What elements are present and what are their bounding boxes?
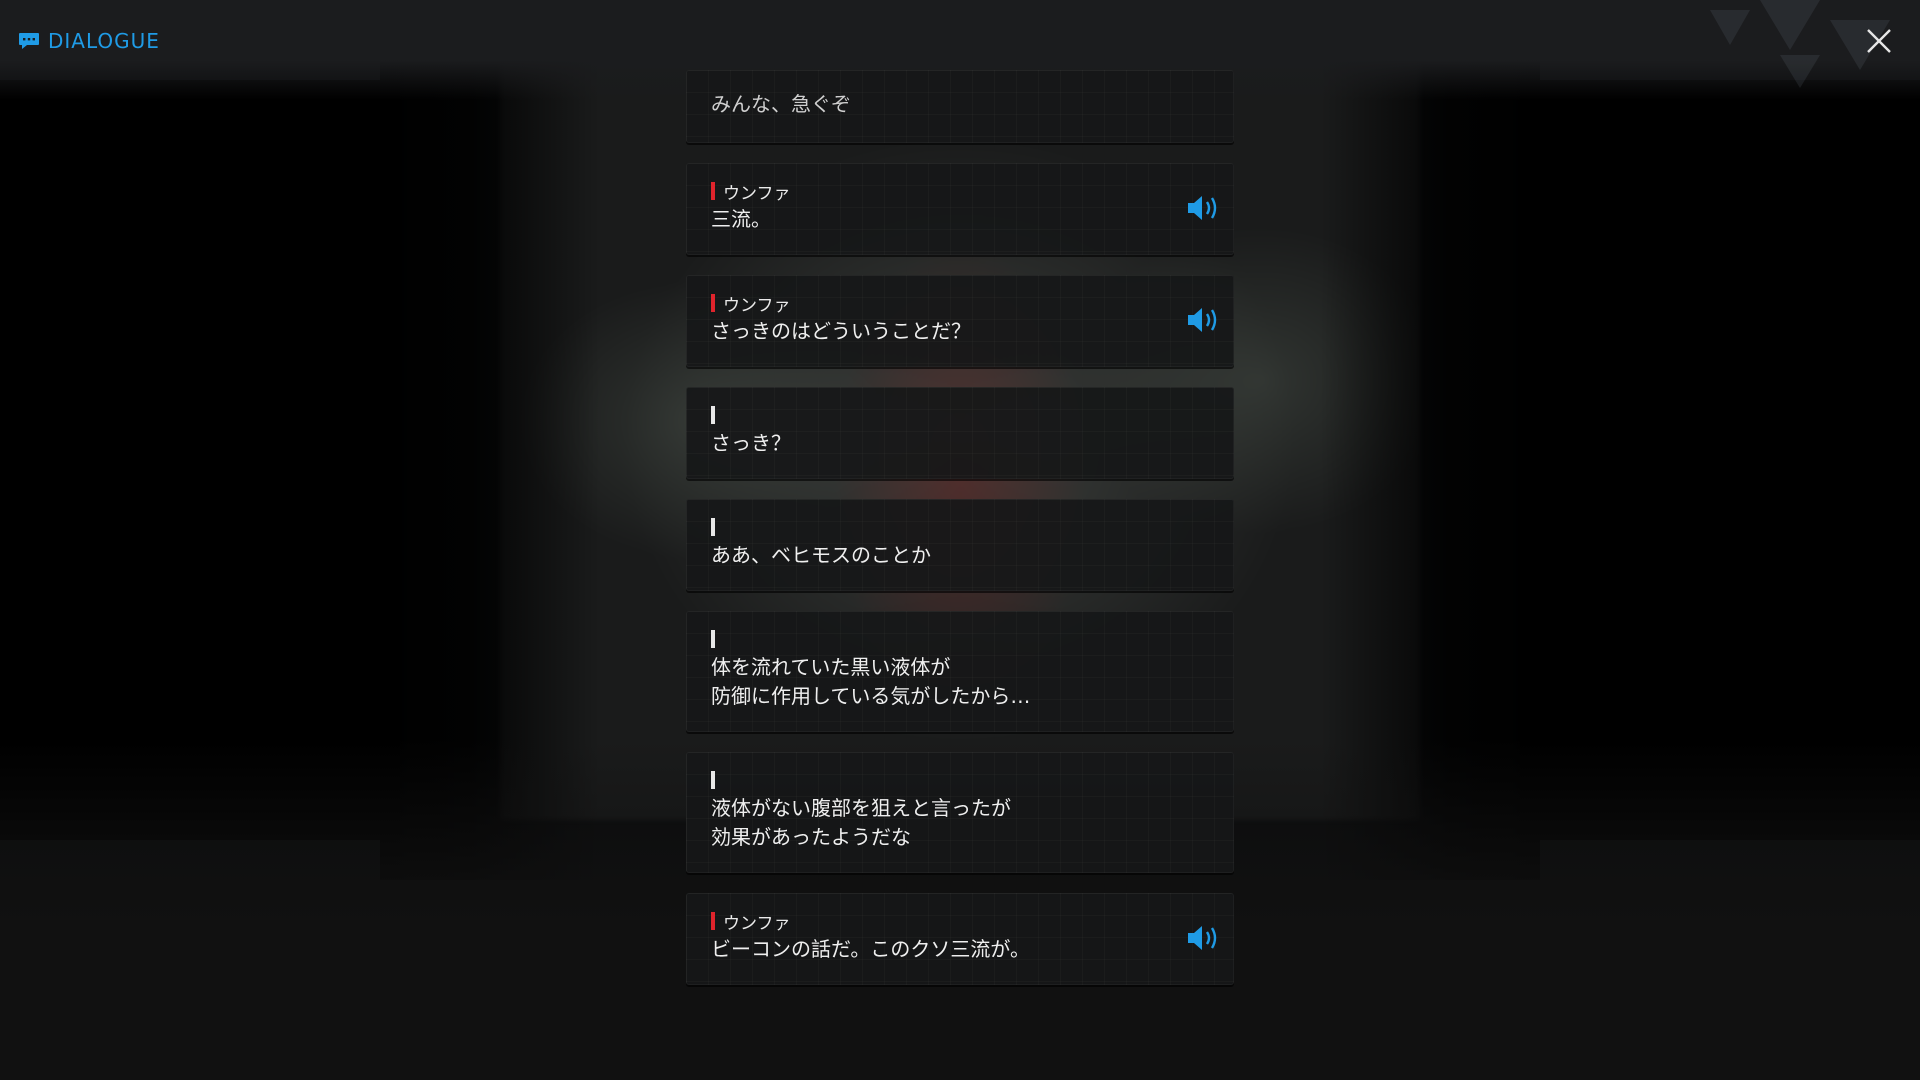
speaker-label xyxy=(711,629,715,649)
speaker-label: ウンファ xyxy=(711,293,791,316)
right-vignette xyxy=(1520,80,1920,840)
screen-title: DIALOGUE xyxy=(18,26,160,56)
speaker-marker xyxy=(711,771,715,789)
dialogue-screen: DIALOGUE みんな、急ぐぞ ウンファ 三流。 ウンファ さっきのはどういう… xyxy=(0,0,1920,1080)
speaker-label xyxy=(711,405,715,425)
dialogue-line: さっきのはどういうことだ？ xyxy=(711,319,971,343)
dialogue-entry: ウンファ さっきのはどういうことだ？ xyxy=(686,275,1234,367)
speaker-marker xyxy=(711,182,715,200)
speaker-name: ウンファ xyxy=(723,295,791,316)
dialogue-line: みんな、急ぐぞ xyxy=(711,92,851,116)
speaker-name: ウンファ xyxy=(723,913,791,934)
dialogue-line: 液体がない腹部を狙えと言ったが xyxy=(711,796,1011,820)
dialogue-entry: 液体がない腹部を狙えと言ったが 効果があったようだな xyxy=(686,752,1234,873)
speaker-label xyxy=(711,770,715,790)
dialogue-entry: ウンファ 三流。 xyxy=(686,163,1234,255)
close-button[interactable] xyxy=(1862,24,1896,58)
dialogue-entry: ああ、ベヒモスのことか xyxy=(686,499,1234,591)
dialogue-entry: みんな、急ぐぞ xyxy=(686,70,1234,143)
speaker-volume-icon xyxy=(1188,196,1217,220)
speaker-marker xyxy=(711,294,715,312)
dialogue-line: 効果があったようだな xyxy=(711,825,911,849)
speaker-label: ウンファ xyxy=(711,911,791,934)
play-voice-button[interactable] xyxy=(1186,193,1222,223)
dialogue-line: ビーコンの話だ。このクソ三流が。 xyxy=(711,937,1030,961)
close-icon xyxy=(1867,29,1891,53)
speaker-volume-icon xyxy=(1188,926,1217,950)
title-label: DIALOGUE xyxy=(48,29,160,53)
speaker-marker xyxy=(711,518,715,536)
left-vignette xyxy=(0,80,400,840)
speaker-marker xyxy=(711,406,715,424)
dialogue-entry: さっき？ xyxy=(686,387,1234,479)
speaker-label xyxy=(711,517,715,537)
speaker-marker xyxy=(711,912,715,930)
dialogue-line: 防御に作用している気がしたから… xyxy=(711,684,1031,708)
dialogue-line: ああ、ベヒモスのことか xyxy=(711,543,931,567)
dialogue-entry: ウンファ ビーコンの話だ。このクソ三流が。 xyxy=(686,893,1234,985)
play-voice-button[interactable] xyxy=(1186,923,1222,953)
dialogue-line: 体を流れていた黒い液体が xyxy=(711,655,951,679)
dialogue-line: 三流。 xyxy=(711,207,771,231)
speaker-volume-icon xyxy=(1188,308,1217,332)
dialogue-entry: 体を流れていた黒い液体が 防御に作用している気がしたから… xyxy=(686,611,1234,732)
speaker-marker xyxy=(711,630,715,648)
chat-bubble-icon xyxy=(19,33,39,49)
play-voice-button[interactable] xyxy=(1186,305,1222,335)
speaker-label: ウンファ xyxy=(711,181,791,204)
dialogue-line: さっき？ xyxy=(711,431,791,455)
speaker-name: ウンファ xyxy=(723,183,791,204)
